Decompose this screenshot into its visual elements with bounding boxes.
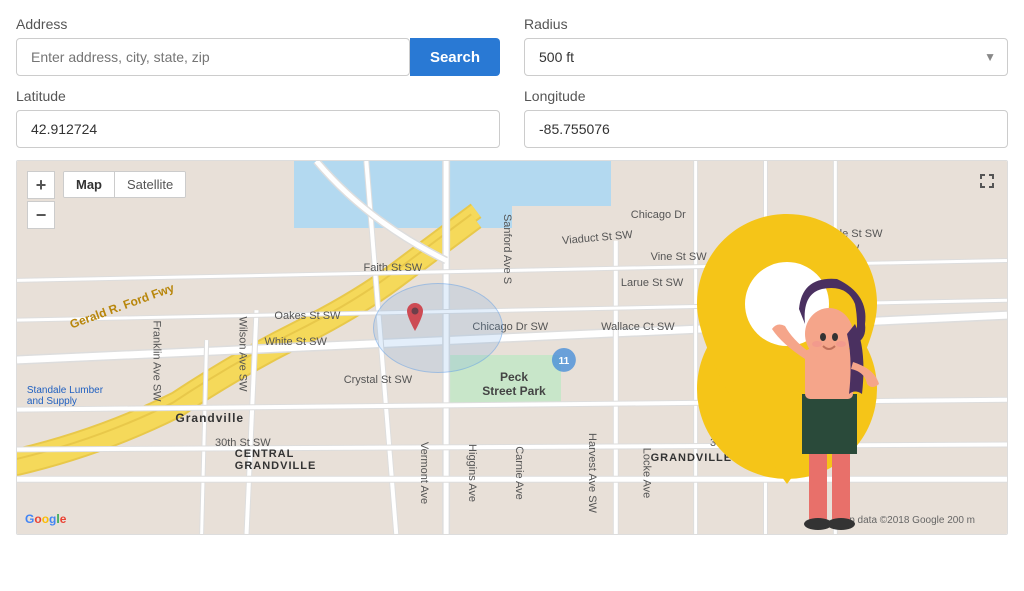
radius-indicator <box>403 303 427 344</box>
zoom-in-button[interactable]: + <box>27 171 55 199</box>
address-input-group: Search <box>16 38 500 76</box>
longitude-group: Longitude <box>524 88 1008 148</box>
latitude-input[interactable] <box>16 110 500 148</box>
address-label: Address <box>16 16 500 32</box>
longitude-input[interactable] <box>524 110 1008 148</box>
lat-lon-row: Latitude Longitude <box>16 88 1008 148</box>
map-type-map-button[interactable]: Map <box>64 172 114 197</box>
google-logo: Google <box>25 512 66 526</box>
radius-select-wrapper: 500 ft 1000 ft 1 mile 5 miles ▼ <box>524 38 1008 76</box>
svg-text:11: 11 <box>559 356 570 367</box>
latitude-group: Latitude <box>16 88 500 148</box>
radius-label: Radius <box>524 16 1008 32</box>
map-type-controls: Map Satellite <box>63 171 186 198</box>
address-radius-row: Address Search Radius 500 ft 1000 ft 1 m… <box>16 16 1008 76</box>
address-input[interactable] <box>16 38 410 76</box>
radius-select[interactable]: 500 ft 1000 ft 1 mile 5 miles <box>524 38 1008 76</box>
latitude-label: Latitude <box>16 88 500 104</box>
map-container[interactable]: 11 Gable St SW Homewood St SW 27th St SW… <box>16 160 1008 535</box>
zoom-out-button[interactable]: − <box>27 201 55 229</box>
search-button[interactable]: Search <box>410 38 500 76</box>
address-group: Address Search <box>16 16 500 76</box>
map-zoom-controls: + − <box>27 171 55 229</box>
location-character-illustration <box>627 194 947 534</box>
longitude-label: Longitude <box>524 88 1008 104</box>
map-background: 11 Gable St SW Homewood St SW 27th St SW… <box>17 161 1007 534</box>
fullscreen-icon[interactable] <box>977 171 997 191</box>
radius-group: Radius 500 ft 1000 ft 1 mile 5 miles ▼ <box>524 16 1008 76</box>
map-type-satellite-button[interactable]: Satellite <box>115 172 185 197</box>
